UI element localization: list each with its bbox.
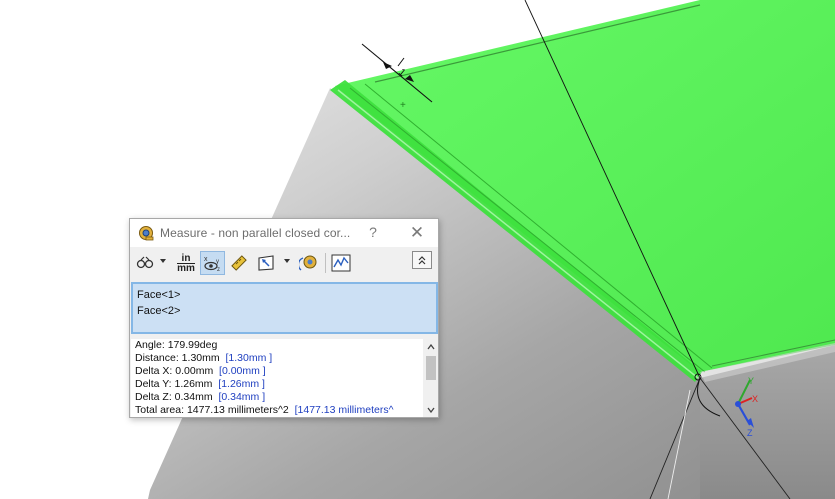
selection-item[interactable]: Face<2> (137, 303, 432, 319)
result-total-area: Total area: 1477.13 millimeters^2 [1477.… (135, 404, 394, 416)
svg-text:y: y (216, 259, 219, 265)
measure-toolbar: in mm x y z (130, 247, 438, 277)
svg-text:Y: Y (748, 376, 754, 386)
svg-text:X: X (752, 394, 758, 404)
help-button[interactable]: ? (366, 224, 380, 240)
results-panel[interactable]: Angle: 179.99deg Distance: 1.30mm [1.30m… (131, 339, 438, 417)
measurement-history-icon (299, 255, 317, 271)
results-scrollbar[interactable] (423, 339, 438, 417)
result-delta-y: Delta Y: 1.26mm [1.26mm ] (135, 378, 265, 390)
dialog-titlebar[interactable]: Measure - non parallel closed cor... ? ✕ (130, 219, 438, 247)
point-to-point-icon (231, 255, 247, 271)
svg-text:z: z (217, 267, 220, 272)
collapse-button[interactable] (412, 251, 432, 269)
scroll-thumb[interactable] (426, 356, 436, 380)
projection-dropdown[interactable] (284, 259, 290, 263)
result-distance: Distance: 1.30mm [1.30mm ] (135, 352, 273, 364)
selection-item[interactable]: Face<1> (137, 287, 432, 303)
svg-text:Z: Z (747, 428, 753, 438)
result-delta-x: Delta X: 0.00mm [0.00mm ] (135, 365, 266, 377)
measurement-history-button[interactable] (298, 251, 320, 275)
units-precision-icon: in mm (177, 252, 195, 274)
arc-circle-measure-button[interactable] (135, 251, 155, 275)
create-sensor-button[interactable] (330, 251, 352, 275)
scroll-down-icon[interactable] (427, 407, 435, 413)
chevron-up-double-icon (418, 256, 426, 265)
selection-list[interactable]: Face<1> Face<2> (131, 282, 438, 334)
units-precision-button[interactable]: in mm (174, 251, 198, 275)
projection-button[interactable] (256, 251, 276, 275)
svg-text:x: x (204, 256, 208, 263)
show-xyz-measurements-button[interactable]: x y z (200, 251, 225, 275)
result-angle: Angle: 179.99deg (135, 339, 218, 351)
scroll-up-icon[interactable] (427, 344, 435, 350)
create-sensor-icon (331, 254, 351, 272)
arc-circle-dropdown[interactable] (160, 259, 166, 263)
show-xyz-measurements-icon: x y z (204, 256, 220, 272)
dialog-title: Measure - non parallel closed cor... (160, 226, 351, 240)
point-to-point-button[interactable] (228, 251, 250, 275)
measure-dialog[interactable]: Measure - non parallel closed cor... ? ✕… (129, 218, 439, 418)
arc-circle-measure-icon (136, 256, 154, 269)
svg-text:+: + (400, 100, 406, 111)
measure-tape-icon (139, 226, 154, 241)
close-button[interactable]: ✕ (409, 223, 425, 243)
projection-icon (258, 255, 274, 271)
result-delta-z: Delta Z: 0.34mm [0.34mm ] (135, 391, 266, 403)
